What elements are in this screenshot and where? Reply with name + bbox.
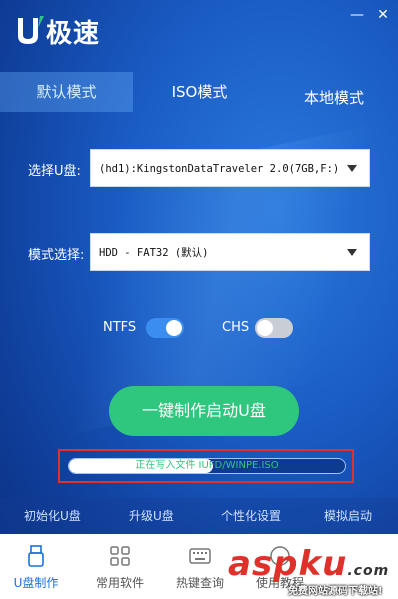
- progress-status-text: 正在写入文件 IUFD/WINPE.ISO: [135, 460, 279, 471]
- nav-hotkey-query[interactable]: 热键查询: [164, 534, 236, 599]
- usb-select-value: (hd1):KingstonDataTraveler 2.0(7GB,F:): [99, 163, 340, 175]
- close-button[interactable]: ✕: [374, 6, 392, 24]
- nav-label: 常用软件: [95, 576, 144, 590]
- tool-upgrade-usb[interactable]: 升级U盘: [129, 498, 174, 534]
- logo-text: 极速: [46, 18, 101, 49]
- tab-iso-mode[interactable]: ISO模式: [133, 72, 266, 112]
- tool-simulate-boot[interactable]: 模拟启动: [324, 498, 372, 534]
- chs-label: CHS: [222, 320, 250, 335]
- app-window: 极速 — ✕ 默认模式 ISO模式 本地模式 选择U盘: (hd1):Kings…: [0, 0, 398, 599]
- nav-label: 热键查询: [175, 576, 224, 590]
- toggle-knob: [257, 320, 273, 336]
- usb-drive-icon: [28, 545, 44, 567]
- progress-highlight: 正在写入文件 IUFD/WINPE.ISO: [58, 449, 354, 483]
- nav-label: U盘制作: [13, 576, 59, 590]
- watermark-logo: aspku.com: [228, 544, 390, 584]
- usb-select-label: 选择U盘:: [28, 164, 81, 179]
- mode-select-value: HDD - FAT32 (默认): [99, 247, 209, 259]
- nav-common-software[interactable]: 常用软件: [84, 534, 156, 599]
- minimize-button[interactable]: —: [348, 6, 366, 24]
- tool-personalize[interactable]: 个性化设置: [221, 498, 281, 534]
- toggle-knob: [166, 320, 182, 336]
- progress-bar: 正在写入文件 IUFD/WINPE.ISO: [68, 458, 346, 474]
- tab-default-mode[interactable]: 默认模式: [0, 72, 133, 112]
- tab-local-mode[interactable]: 本地模式: [270, 78, 398, 118]
- ntfs-label: NTFS: [103, 320, 137, 335]
- tool-init-usb[interactable]: 初始化U盘: [24, 498, 81, 534]
- apps-grid-icon: [110, 546, 130, 566]
- chevron-down-icon: [347, 165, 357, 172]
- mode-select[interactable]: HDD - FAT32 (默认): [90, 233, 370, 271]
- aspku-watermark: aspku.com 免费网站源码下载站!: [228, 544, 398, 599]
- nav-usb-make[interactable]: U盘制作: [0, 534, 72, 599]
- app-logo: 极速: [14, 12, 114, 50]
- make-bootable-usb-button[interactable]: 一键制作启动U盘: [109, 386, 299, 436]
- usb-select[interactable]: (hd1):KingstonDataTraveler 2.0(7GB,F:): [90, 149, 370, 187]
- keyboard-icon: [189, 548, 211, 564]
- tools-bar: 初始化U盘 升级U盘 个性化设置 模拟启动: [0, 498, 398, 534]
- ntfs-toggle[interactable]: [146, 318, 184, 338]
- watermark-subtitle: 免费网站源码下载站!: [288, 586, 383, 597]
- chevron-down-icon: [347, 249, 357, 256]
- logo-u-icon: [18, 16, 44, 44]
- chs-toggle[interactable]: [255, 318, 293, 338]
- mode-select-label: 模式选择:: [28, 248, 85, 263]
- mode-tabs: 默认模式 ISO模式 本地模式: [0, 72, 398, 112]
